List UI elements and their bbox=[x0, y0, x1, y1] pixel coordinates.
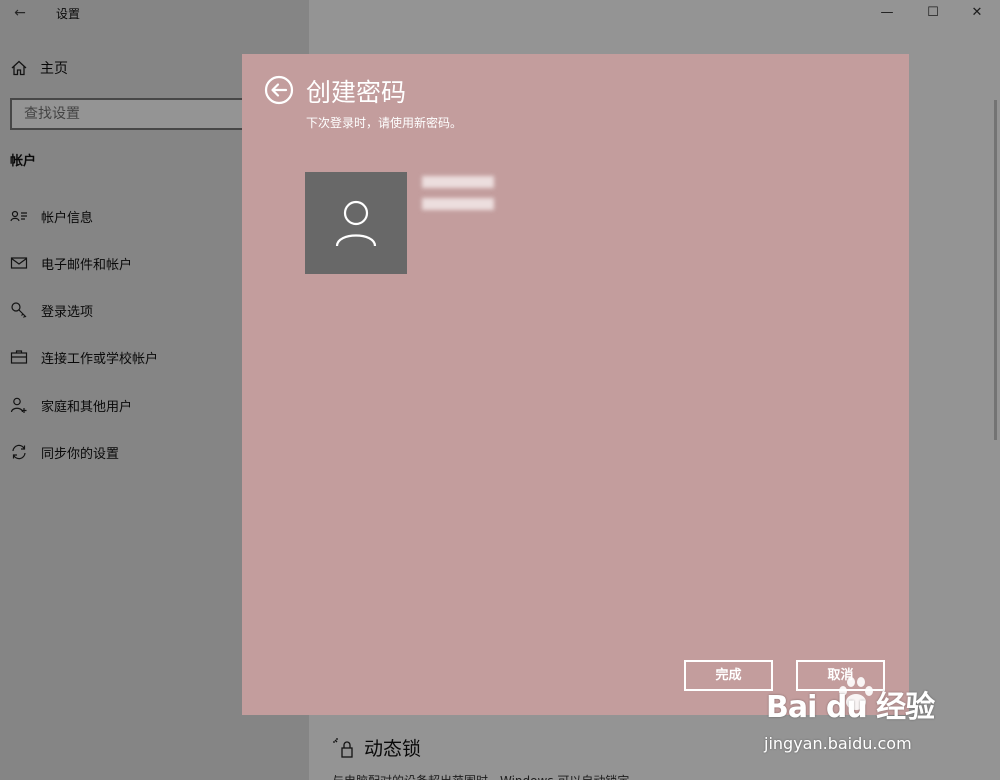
avatar bbox=[305, 172, 407, 274]
done-button[interactable]: 完成 bbox=[684, 660, 773, 691]
dialog-subtitle: 下次登录时，请使用新密码。 bbox=[306, 116, 463, 130]
back-arrow-icon[interactable] bbox=[264, 75, 294, 105]
blurred-account bbox=[422, 198, 494, 210]
create-password-dialog: 创建密码 下次登录时，请使用新密码。 完成 取消 bbox=[242, 54, 909, 715]
dialog-title: 创建密码 bbox=[306, 78, 407, 107]
baidu-watermark: Bai du 经验 jingyan.baidu.com bbox=[764, 677, 984, 760]
watermark-logo: Bai du 经验 bbox=[766, 690, 935, 725]
blurred-username bbox=[422, 176, 494, 188]
user-icon bbox=[335, 200, 377, 247]
watermark-url: jingyan.baidu.com bbox=[764, 734, 912, 753]
